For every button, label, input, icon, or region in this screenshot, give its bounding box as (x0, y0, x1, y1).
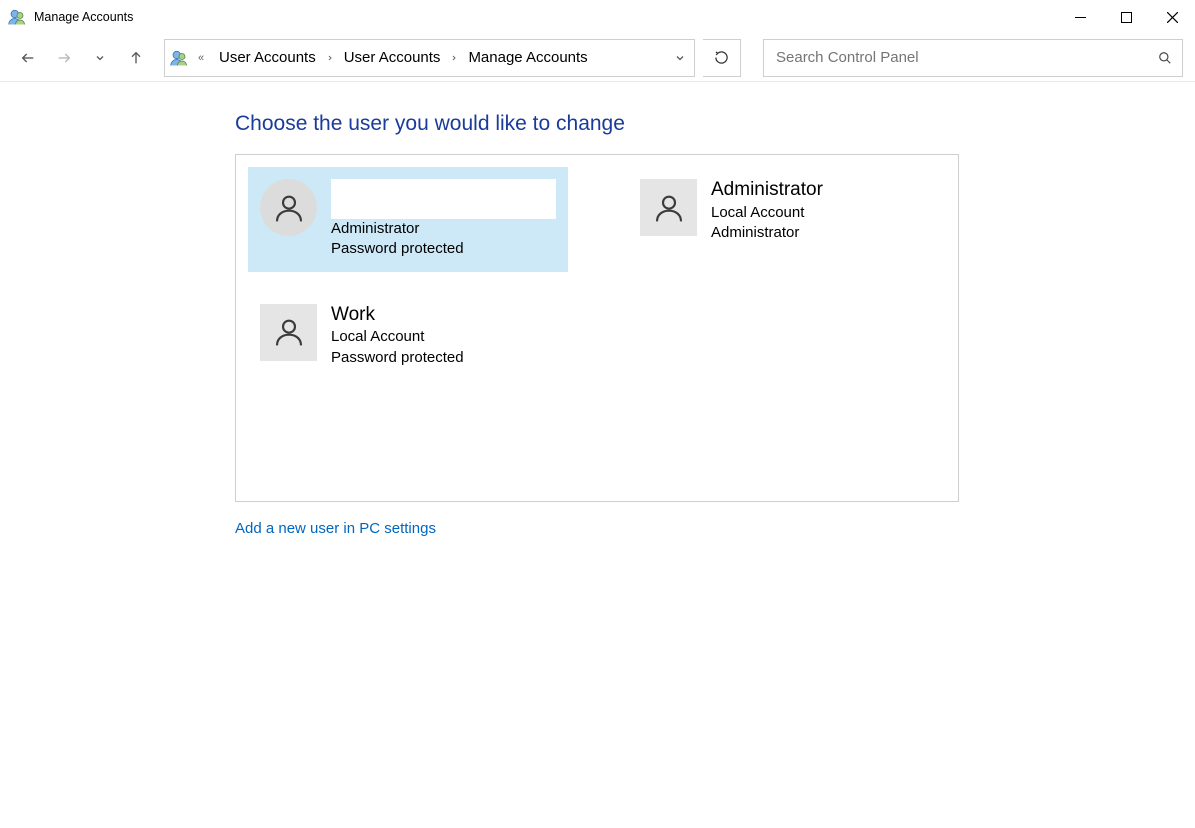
search-icon[interactable] (1156, 51, 1174, 65)
window-title: Manage Accounts (34, 10, 133, 24)
recent-locations-button[interactable] (86, 44, 114, 72)
close-button[interactable] (1149, 0, 1195, 34)
chevron-right-icon[interactable] (450, 54, 458, 62)
overflow-chevrons-icon[interactable]: « (193, 52, 209, 64)
back-button[interactable] (14, 44, 42, 72)
page-heading: Choose the user you would like to change (235, 112, 1195, 136)
account-type: Administrator (331, 219, 556, 239)
address-icon (165, 49, 193, 67)
window-controls (1057, 0, 1195, 34)
title-bar: Manage Accounts (0, 0, 1195, 34)
avatar (260, 304, 317, 361)
avatar (260, 179, 317, 236)
search-box[interactable] (763, 39, 1183, 77)
add-user-link[interactable]: Add a new user in PC settings (235, 520, 436, 537)
account-item[interactable]: Work Local Account Password protected (248, 292, 568, 380)
toolbar: « User Accounts User Accounts Manage Acc… (0, 34, 1195, 82)
breadcrumb-item[interactable]: User Accounts (213, 45, 322, 70)
account-type: Local Account (711, 203, 823, 223)
address-dropdown-button[interactable] (666, 52, 694, 64)
account-status: Administrator (711, 223, 823, 243)
account-item[interactable]: Administrator Password protected (248, 167, 568, 272)
search-input[interactable] (776, 49, 1156, 66)
breadcrumb: User Accounts User Accounts Manage Accou… (209, 45, 666, 70)
app-icon (8, 8, 26, 26)
refresh-button[interactable] (703, 39, 741, 77)
account-item[interactable]: Administrator Local Account Administrato… (628, 167, 946, 272)
breadcrumb-item[interactable]: User Accounts (338, 45, 447, 70)
maximize-button[interactable] (1103, 0, 1149, 34)
up-button[interactable] (122, 44, 150, 72)
minimize-button[interactable] (1057, 0, 1103, 34)
account-status: Password protected (331, 348, 464, 368)
account-type: Local Account (331, 327, 464, 347)
breadcrumb-item[interactable]: Manage Accounts (462, 45, 593, 70)
address-bar[interactable]: « User Accounts User Accounts Manage Acc… (164, 39, 695, 77)
account-name: Work (331, 304, 464, 327)
accounts-panel: Administrator Password protected Adminis… (235, 154, 959, 502)
account-status: Password protected (331, 239, 556, 259)
account-name-hidden (331, 179, 556, 219)
account-name: Administrator (711, 179, 823, 202)
forward-button[interactable] (50, 44, 78, 72)
avatar (640, 179, 697, 236)
content-area: Choose the user you would like to change… (0, 82, 1195, 537)
chevron-right-icon[interactable] (326, 54, 334, 62)
